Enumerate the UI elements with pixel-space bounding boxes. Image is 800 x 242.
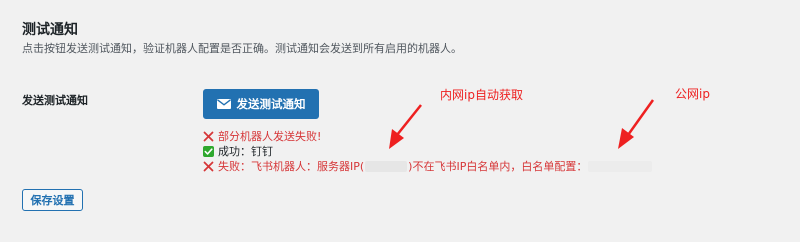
section-title: 测试通知 xyxy=(22,22,78,38)
x-icon xyxy=(203,161,214,172)
annotation-arrows xyxy=(389,99,655,149)
redacted-whitelist-ip xyxy=(588,161,653,172)
result-line-success: 成功：钉钉 xyxy=(203,144,653,159)
envelope-icon xyxy=(216,99,231,109)
annotation-internal-ip: 内网ip自动获取 xyxy=(440,88,523,102)
result-text: 部分机器人发送失败! xyxy=(218,130,322,143)
section-description: 点击按钮发送测试通知，验证机器人配置是否正确。测试通知会发送到所有启用的机器人。 xyxy=(22,42,462,55)
result-text: 成功：钉钉 xyxy=(218,145,273,158)
x-icon xyxy=(203,131,214,142)
annotation-public-ip: 公网ip xyxy=(675,87,710,101)
result-text-middle: )不在飞书IP白名单内，白名单配置： xyxy=(408,160,588,173)
result-text-before: 失败：飞书机器人：服务器IP( xyxy=(218,160,365,173)
result-line-feishu-fail: 失败：飞书机器人：服务器IP( )不在飞书IP白名单内，白名单配置： xyxy=(203,159,653,174)
send-test-button[interactable]: 发送测试通知 xyxy=(203,89,319,119)
test-results: 部分机器人发送失败! 成功：钉钉 失败：飞书机器人：服务器IP( )不在飞书IP… xyxy=(203,129,653,174)
redacted-server-ip xyxy=(365,161,408,172)
send-test-button-label: 发送测试通知 xyxy=(236,99,306,111)
send-test-label: 发送测试通知 xyxy=(22,94,88,107)
check-icon xyxy=(203,146,214,157)
result-line-partial-fail: 部分机器人发送失败! xyxy=(203,129,653,144)
save-settings-button[interactable]: 保存设置 xyxy=(22,189,83,211)
